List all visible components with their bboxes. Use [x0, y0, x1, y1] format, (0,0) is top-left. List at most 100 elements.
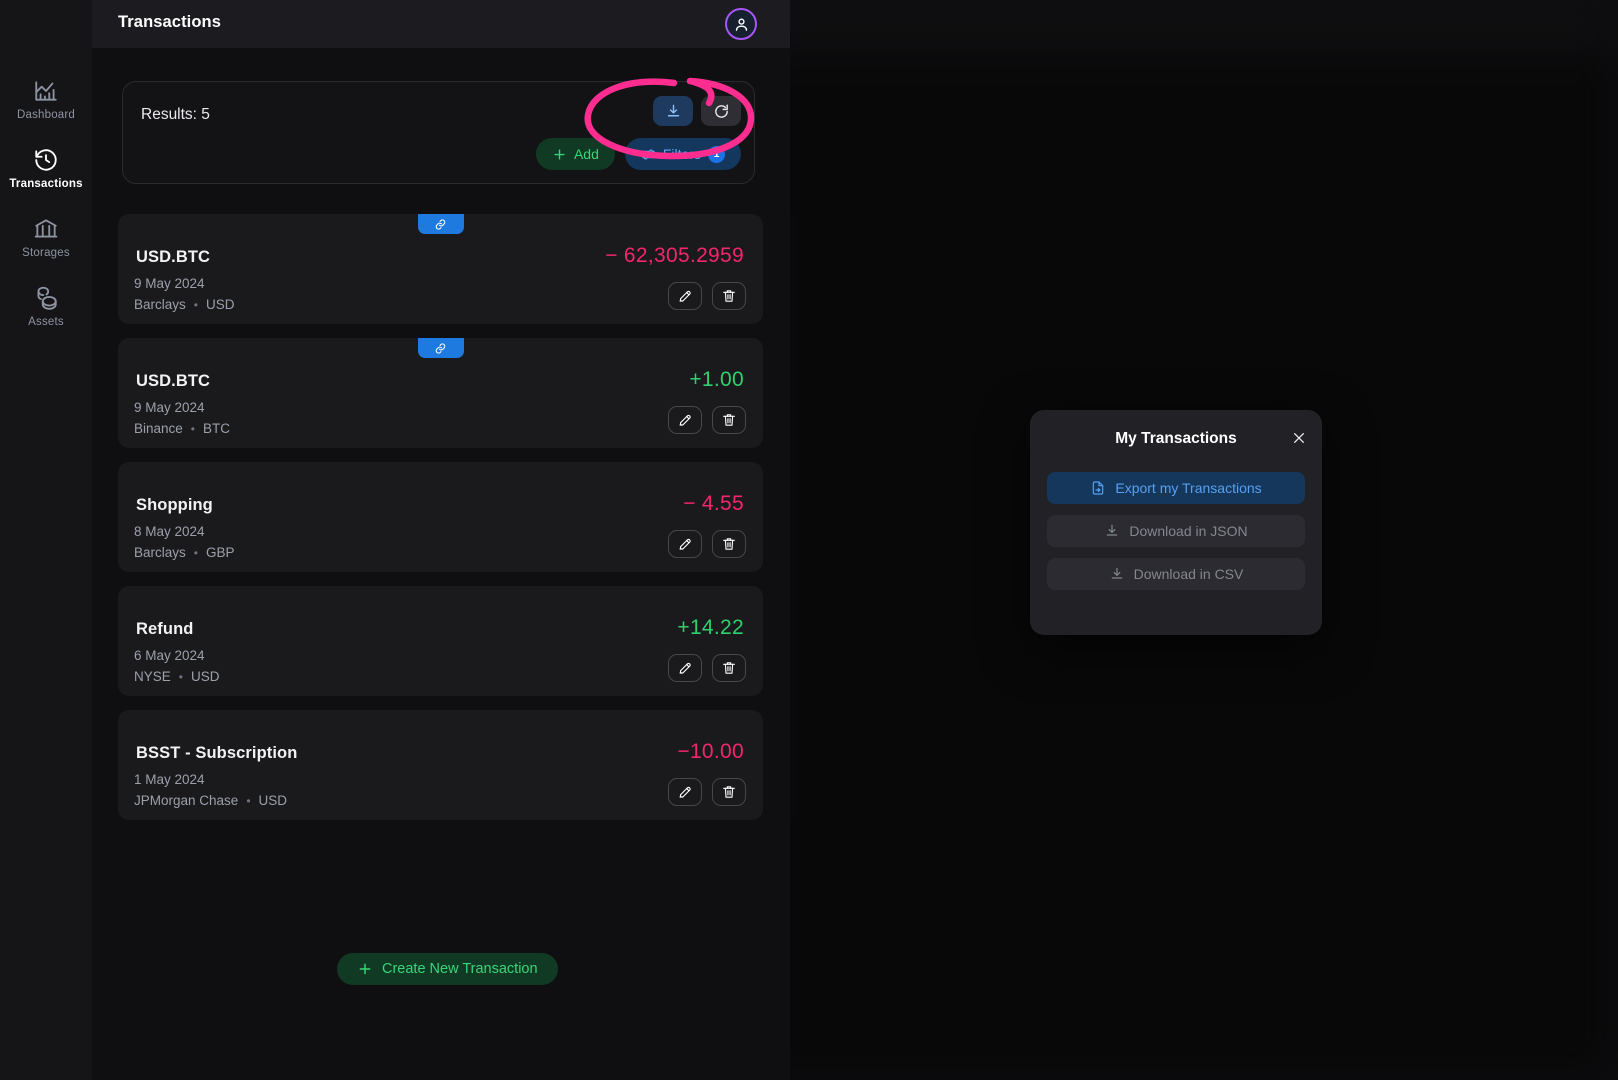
toolbar-icon-actions	[653, 96, 741, 126]
page-title: Transactions	[118, 13, 221, 31]
download-csv-label: Download in CSV	[1133, 566, 1244, 582]
transaction-title: BSST - Subscription	[136, 744, 298, 762]
chart-bar-icon	[33, 78, 59, 104]
transaction-storage: NYSE	[134, 669, 171, 684]
add-button-label: Add	[573, 146, 599, 162]
table-row[interactable]: Refund 6 May 2024 NYSE • USD +14.22	[118, 586, 763, 696]
transaction-amount: − 62,305.2959	[605, 244, 744, 267]
download-icon	[667, 104, 679, 116]
table-row[interactable]: USD.BTC 9 May 2024 Binance • BTC +1.00	[118, 338, 763, 448]
transaction-title: Shopping	[136, 496, 213, 514]
main-content: Results: 5 Add Filters 1 USD.BTC 9 May 2…	[92, 48, 790, 1080]
transaction-title: Refund	[136, 620, 194, 638]
bullet-dot-icon: •	[193, 297, 198, 312]
delete-button[interactable]	[712, 778, 746, 806]
edit-icon	[679, 538, 691, 550]
link-icon[interactable]	[417, 338, 464, 358]
transaction-currency: USD	[205, 297, 235, 312]
table-row[interactable]: Shopping 8 May 2024 Barclays • GBP − 4.5…	[118, 462, 763, 572]
foreground-pane: Dashboard Transactions Storages Assets T…	[0, 0, 790, 1080]
edit-icon	[679, 290, 691, 302]
file-export-icon	[1093, 481, 1104, 495]
trash-icon	[723, 538, 735, 550]
transaction-title: USD.BTC	[136, 372, 211, 390]
export-my-transactions-button[interactable]: Export my Transactions	[1047, 472, 1305, 504]
coins-icon	[33, 285, 59, 311]
transaction-storage: Binance	[134, 421, 183, 436]
sidebar-item-label: Storages	[22, 247, 70, 259]
download-json-label: Download in JSON	[1129, 523, 1248, 539]
bullet-dot-icon: •	[190, 421, 195, 436]
download-json-button[interactable]: Download in JSON	[1047, 515, 1305, 547]
transaction-date: 8 May 2024	[134, 524, 205, 539]
delete-button[interactable]	[712, 530, 746, 558]
transaction-date: 9 May 2024	[134, 276, 205, 291]
table-row[interactable]: USD.BTC 9 May 2024 Barclays • USD − 62,3…	[118, 214, 763, 324]
transaction-date: 1 May 2024	[134, 772, 205, 787]
bullet-dot-icon: •	[193, 545, 198, 560]
transaction-currency: BTC	[203, 421, 230, 436]
filters-button-label: Filters	[662, 146, 701, 162]
transaction-meta: Barclays • GBP	[134, 545, 234, 560]
close-icon[interactable]	[1289, 428, 1309, 448]
bank-icon	[33, 216, 59, 242]
table-row[interactable]: BSST - Subscription 1 May 2024 JPMorgan …	[118, 710, 763, 820]
delete-button[interactable]	[712, 406, 746, 434]
create-new-transaction-label: Create New Transaction	[382, 961, 538, 977]
export-transactions-modal: My Transactions Export my Transactions D…	[1030, 410, 1322, 635]
sidebar-item-storages[interactable]: Storages	[0, 216, 92, 259]
edit-button[interactable]	[668, 530, 702, 558]
transaction-row-actions	[668, 282, 746, 310]
transaction-currency: GBP	[205, 545, 235, 560]
transaction-title: USD.BTC	[136, 248, 211, 266]
delete-button[interactable]	[712, 282, 746, 310]
results-count-label: Results: 5	[141, 106, 210, 123]
sidebar-item-dashboard[interactable]: Dashboard	[0, 78, 92, 121]
transaction-meta: Binance • BTC	[134, 421, 230, 436]
transaction-date: 9 May 2024	[134, 400, 205, 415]
transaction-row-actions	[668, 654, 746, 682]
avatar[interactable]	[725, 8, 757, 40]
trash-icon	[723, 290, 735, 302]
create-new-transaction-button[interactable]: Create New Transaction	[337, 953, 558, 985]
topbar: Transactions	[92, 0, 790, 48]
edit-button[interactable]	[668, 654, 702, 682]
sidebar: Dashboard Transactions Storages Assets	[0, 0, 92, 1080]
export-my-transactions-label: Export my Transactions	[1115, 480, 1262, 496]
transaction-amount: − 4.55	[683, 492, 744, 515]
plus-icon	[554, 148, 565, 160]
filters-button[interactable]: Filters 1	[624, 138, 741, 170]
edit-icon	[679, 414, 691, 426]
bullet-dot-icon: •	[178, 669, 183, 684]
delete-button[interactable]	[712, 654, 746, 682]
user-icon	[735, 18, 747, 31]
sidebar-item-assets[interactable]: Assets	[0, 285, 92, 328]
sidebar-item-label: Assets	[28, 316, 64, 328]
download-icon	[1111, 567, 1122, 579]
trash-icon	[723, 662, 735, 674]
download-button[interactable]	[653, 96, 693, 126]
toolbar-buttons: Add Filters 1	[535, 138, 741, 170]
modal-title: My Transactions	[1115, 430, 1237, 447]
transaction-amount: +14.22	[677, 616, 744, 639]
refresh-icon	[714, 104, 728, 118]
edit-button[interactable]	[668, 406, 702, 434]
transaction-meta: NYSE • USD	[134, 669, 219, 684]
refresh-button[interactable]	[701, 96, 741, 126]
transaction-amount: −10.00	[677, 740, 744, 763]
trash-icon	[723, 786, 735, 798]
download-csv-button[interactable]: Download in CSV	[1047, 558, 1305, 590]
transaction-row-actions	[668, 530, 746, 558]
edit-button[interactable]	[668, 778, 702, 806]
edit-button[interactable]	[668, 282, 702, 310]
sidebar-item-transactions[interactable]: Transactions	[0, 147, 92, 190]
transaction-amount: +1.00	[689, 368, 744, 391]
transaction-meta: Barclays • USD	[134, 297, 234, 312]
sidebar-item-label: Transactions	[9, 178, 83, 190]
transaction-currency: USD	[258, 793, 288, 808]
plus-icon	[359, 963, 371, 975]
clock-history-icon	[33, 147, 59, 173]
bullet-dot-icon: •	[246, 793, 251, 808]
add-button[interactable]: Add	[535, 138, 615, 170]
link-icon[interactable]	[417, 214, 464, 234]
